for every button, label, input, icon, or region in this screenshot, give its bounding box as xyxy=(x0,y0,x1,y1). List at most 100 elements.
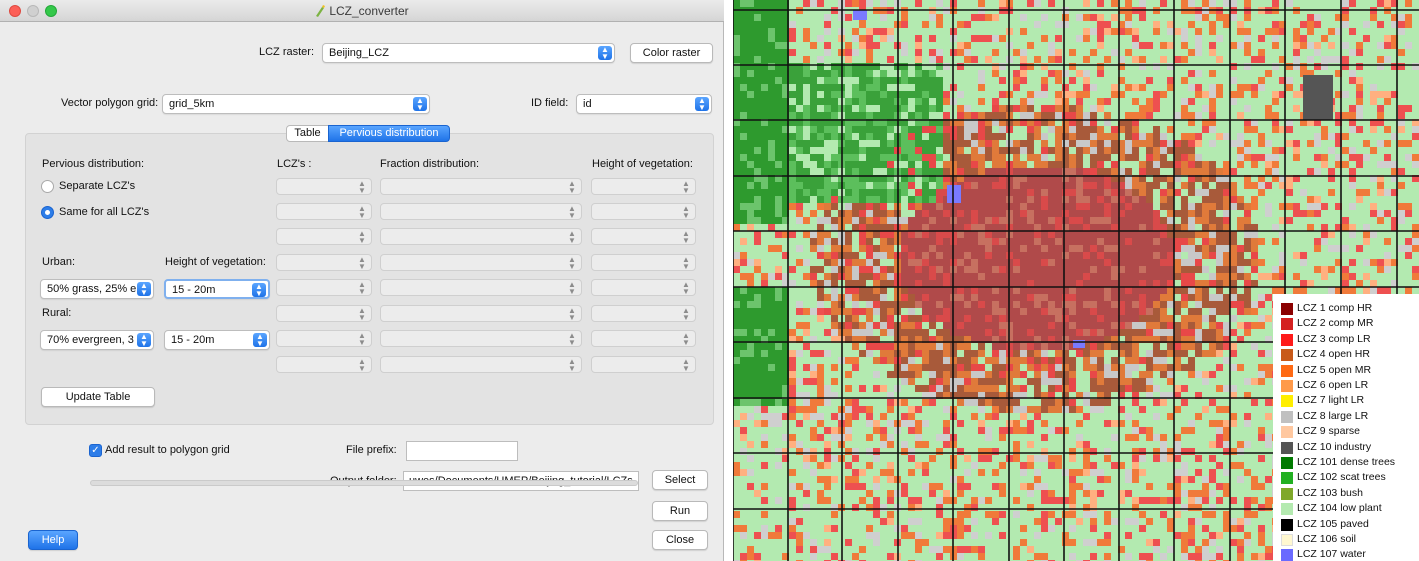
disabled-select: ▲ ▼ xyxy=(380,254,582,271)
pervious-distribution-heading: Pervious distribution: xyxy=(42,158,145,170)
qgis-plugin-icon xyxy=(316,5,326,17)
urban-label: Urban: xyxy=(42,256,76,268)
legend-swatch xyxy=(1281,364,1293,377)
legend-item: LCZ 103 bush xyxy=(1273,486,1419,501)
legend-label: LCZ 104 low plant xyxy=(1297,502,1382,515)
disabled-select: ▲ ▼ xyxy=(276,356,372,373)
disabled-select: ▲ ▼ xyxy=(380,356,582,373)
lcz-raster-select[interactable]: Beijing_LCZ ▲ ▼ xyxy=(322,43,615,63)
add-result-checkbox[interactable]: ✓ xyxy=(89,444,102,457)
legend-label: LCZ 6 open LR xyxy=(1297,379,1369,391)
legend-label: LCZ 102 scat trees xyxy=(1297,471,1386,484)
legend-item: LCZ 102 scat trees xyxy=(1273,470,1419,485)
window-title: LCZ_converter xyxy=(329,4,409,18)
file-prefix-label: File prefix: xyxy=(346,444,397,456)
lcz-raster-label: LCZ raster: xyxy=(259,46,315,58)
color-raster-button[interactable]: Color raster xyxy=(630,43,713,63)
legend-item: LCZ 5 open MR xyxy=(1273,363,1419,378)
disabled-select: ▲ ▼ xyxy=(591,228,696,245)
disabled-select: ▲ ▼ xyxy=(380,203,582,220)
lcz-raster-value: Beijing_LCZ xyxy=(329,47,389,59)
combo-arrows-icon: ▲ ▼ xyxy=(568,229,576,245)
disabled-select: ▲ ▼ xyxy=(276,178,372,195)
legend-item: LCZ 107 water xyxy=(1273,547,1419,561)
title-bar[interactable]: LCZ_converter xyxy=(0,0,724,22)
legend-label: LCZ 9 sparse xyxy=(1297,425,1361,438)
select-folder-button[interactable]: Select xyxy=(652,470,708,490)
legend-item: LCZ 3 comp LR xyxy=(1273,332,1419,347)
combo-arrows-icon: ▲ ▼ xyxy=(682,331,690,347)
vector-grid-select[interactable]: grid_5km ▲ ▼ xyxy=(162,94,430,114)
urban-height-select[interactable]: 15 - 20m ▲ ▼ xyxy=(164,279,270,299)
combo-arrows-icon: ▲ ▼ xyxy=(598,46,612,61)
legend-swatch xyxy=(1281,472,1293,485)
legend-label: LCZ 1 comp HR xyxy=(1297,302,1373,314)
progress-bar xyxy=(90,480,638,486)
legend-label: LCZ 5 open MR xyxy=(1297,363,1372,376)
disabled-select: ▲ ▼ xyxy=(380,178,582,195)
combo-arrows-icon: ▲ ▼ xyxy=(358,357,366,373)
tab-table[interactable]: Table xyxy=(286,125,329,142)
tab-pervious-distribution[interactable]: Pervious distribution xyxy=(328,125,450,142)
combo-arrows-icon: ▲ ▼ xyxy=(568,280,576,296)
legend-item: LCZ 104 low plant xyxy=(1273,501,1419,516)
combo-arrows-icon: ▲ ▼ xyxy=(682,255,690,271)
disabled-select: ▲ ▼ xyxy=(276,330,372,347)
combo-arrows-icon: ▲ ▼ xyxy=(358,306,366,322)
combo-arrows-icon: ▲ ▼ xyxy=(252,283,266,297)
radio-separate-lczs[interactable] xyxy=(41,180,54,193)
legend-swatch xyxy=(1281,503,1293,516)
combo-arrows-icon: ▲ ▼ xyxy=(413,97,427,112)
legend-swatch xyxy=(1281,441,1293,454)
run-button[interactable]: Run xyxy=(652,501,708,521)
legend-swatch xyxy=(1281,426,1293,439)
combo-arrows-icon: ▲ ▼ xyxy=(358,255,366,271)
urban-distribution-value: 50% grass, 25% е xyxy=(47,283,137,295)
legend-item: LCZ 8 large LR xyxy=(1273,409,1419,424)
rural-label: Rural: xyxy=(42,307,72,319)
combo-arrows-icon: ▲ ▼ xyxy=(568,179,576,195)
same-for-all-label: Same for all LCZ's xyxy=(59,206,150,218)
close-button[interactable]: Close xyxy=(652,530,708,550)
window-title-area: LCZ_converter xyxy=(0,4,724,18)
rural-height-select[interactable]: 15 - 20m ▲ ▼ xyxy=(164,330,270,350)
legend-swatch xyxy=(1281,303,1293,315)
disabled-select: ▲ ▼ xyxy=(591,203,696,220)
separate-lczs-label: Separate LCZ's xyxy=(59,180,136,192)
combo-arrows-icon: ▲ ▼ xyxy=(695,97,709,112)
update-table-button[interactable]: Update Table xyxy=(41,387,155,407)
disabled-select: ▲ ▼ xyxy=(591,330,696,347)
lczs-column-header: LCZ's : xyxy=(277,158,312,170)
id-field-select[interactable]: id ▲ ▼ xyxy=(576,94,712,114)
legend-label: LCZ 8 large LR xyxy=(1297,409,1369,422)
vector-grid-value: grid_5km xyxy=(169,98,215,110)
disabled-select: ▲ ▼ xyxy=(276,254,372,271)
combo-arrows-icon: ▲ ▼ xyxy=(358,280,366,296)
disabled-select: ▲ ▼ xyxy=(380,330,582,347)
legend-item: LCZ 9 sparse xyxy=(1273,424,1419,439)
legend-swatch xyxy=(1281,487,1293,500)
legend-label: LCZ 107 water xyxy=(1297,548,1366,561)
disabled-select: ▲ ▼ xyxy=(591,279,696,296)
combo-arrows-icon: ▲ ▼ xyxy=(682,280,690,296)
disabled-select: ▲ ▼ xyxy=(591,356,696,373)
help-button[interactable]: Help xyxy=(28,530,78,550)
legend-label: LCZ 101 dense trees xyxy=(1297,456,1396,468)
rural-distribution-select[interactable]: 70% evergreen, 3 ▲ ▼ xyxy=(40,330,154,350)
disabled-select: ▲ ▼ xyxy=(276,279,372,296)
legend-item: LCZ 2 comp MR xyxy=(1273,316,1419,331)
lcz-converter-window: LCZ_converter LCZ raster: Beijing_LCZ ▲ ▼… xyxy=(0,0,724,561)
legend-label: LCZ 105 paved xyxy=(1297,517,1369,530)
legend-swatch xyxy=(1281,518,1293,531)
legend-item: LCZ 101 dense trees xyxy=(1273,455,1419,470)
rural-height-value: 15 - 20m xyxy=(171,334,215,346)
file-prefix-input[interactable] xyxy=(406,441,518,461)
legend-swatch xyxy=(1281,380,1293,392)
radio-same-for-all[interactable] xyxy=(41,206,54,219)
fraction-column-header: Fraction distribution: xyxy=(380,158,480,170)
urban-distribution-select[interactable]: 50% grass, 25% е ▲ ▼ xyxy=(40,279,154,299)
legend-item: LCZ 106 soil xyxy=(1273,532,1419,547)
legend-label: LCZ 103 bush xyxy=(1297,486,1363,499)
disabled-select: ▲ ▼ xyxy=(380,228,582,245)
combo-arrows-icon: ▲ ▼ xyxy=(358,331,366,347)
